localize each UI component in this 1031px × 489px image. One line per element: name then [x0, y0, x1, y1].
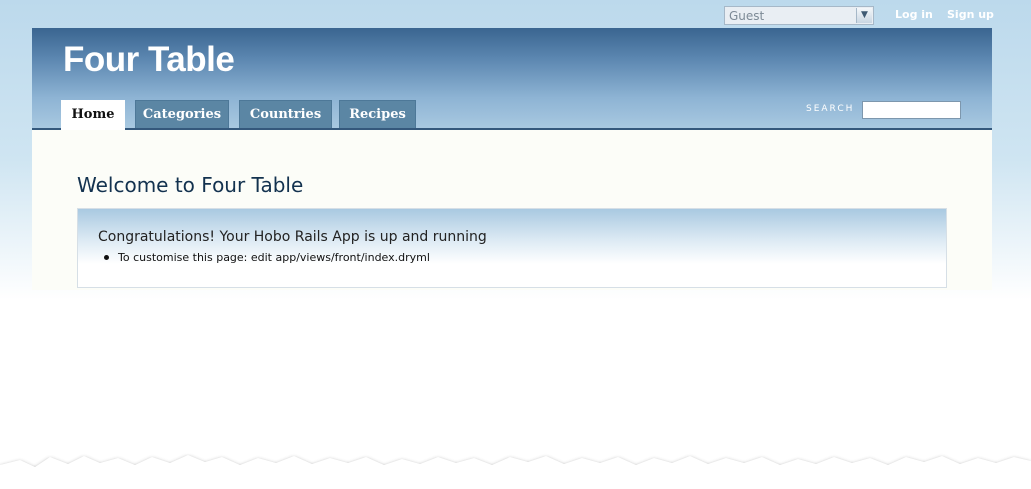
user-select-value: Guest [729, 9, 765, 23]
bullet-icon [104, 255, 109, 260]
search-label: SEARCH [806, 104, 855, 114]
hint-text: To customise this page: edit app/views/f… [118, 251, 430, 264]
app-name[interactable]: Four Table [63, 40, 235, 80]
tab-categories[interactable]: Categories [135, 100, 229, 128]
account-nav: Guest ▼ Log in Sign up [724, 6, 1024, 26]
chevron-down-icon[interactable]: ▼ [856, 8, 872, 23]
tab-home[interactable]: Home [61, 100, 125, 130]
welcome-heading: Congratulations! Your Hobo Rails App is … [98, 229, 487, 245]
signup-link[interactable]: Sign up [947, 8, 994, 21]
tab-recipes[interactable]: Recipes [339, 100, 416, 128]
content-area: Welcome to Four Table Congratulations! Y… [32, 130, 992, 290]
list-item: To customise this page: edit app/views/f… [104, 251, 430, 264]
welcome-box: Congratulations! Your Hobo Rails App is … [77, 208, 947, 288]
tab-countries[interactable]: Countries [239, 100, 332, 128]
login-link[interactable]: Log in [895, 8, 933, 21]
user-select[interactable]: Guest ▼ [724, 6, 874, 25]
search-input[interactable] [862, 101, 961, 119]
torn-edge-decoration [0, 455, 1031, 489]
page-title: Welcome to Four Table [77, 173, 304, 197]
page-header: Four Table Home Categories Countries Rec… [32, 28, 992, 130]
hint-list: To customise this page: edit app/views/f… [104, 251, 430, 264]
